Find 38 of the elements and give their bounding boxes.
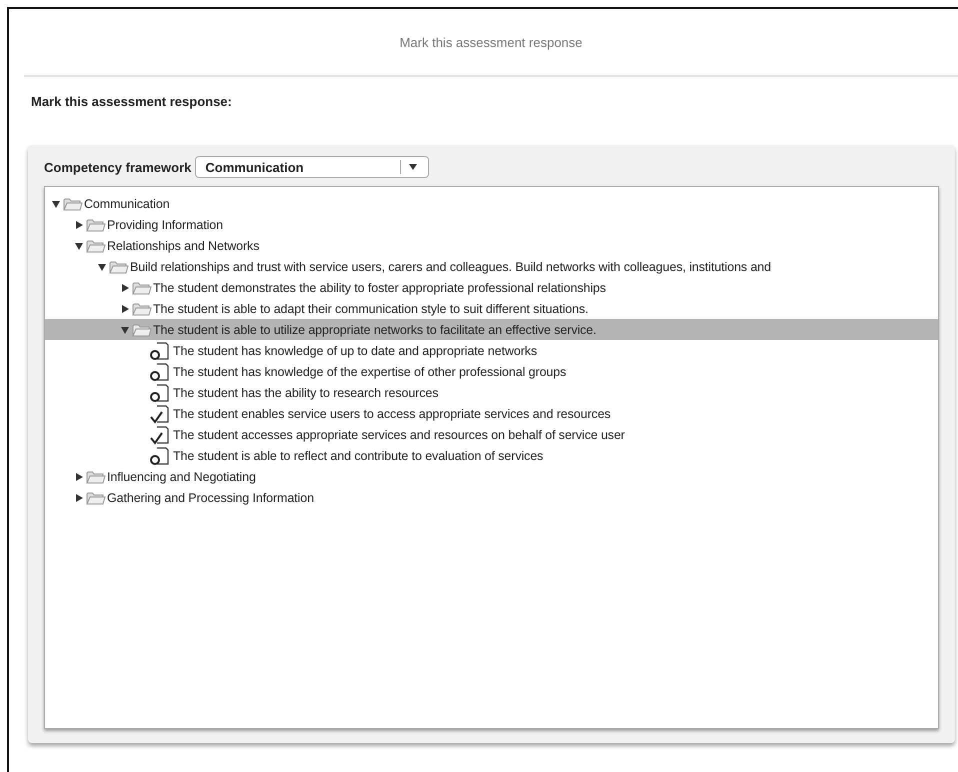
tree-item[interactable]: Communication — [45, 193, 938, 214]
framework-dropdown[interactable]: Communication — [195, 156, 430, 178]
folder-icon — [132, 302, 152, 316]
collapse-arrow-icon[interactable] — [97, 262, 107, 272]
tree-item[interactable]: The student demonstrates the ability to foster appropriate professional relationships — [45, 277, 938, 298]
tree-item[interactable]: The student has the ability to research resources — [45, 382, 938, 403]
tree-item[interactable]: Providing Information — [45, 214, 938, 235]
tree-item[interactable]: The student is able to reflect and contribute to evaluation of services — [45, 445, 938, 466]
tree-item[interactable]: The student has knowledge of the expertise of other professional groups — [45, 361, 938, 382]
tree-item[interactable]: The student enables service users to access appropriate services and resources — [45, 403, 938, 424]
tree-item[interactable]: The student accesses appropriate services and resources on behalf of service user — [45, 424, 938, 445]
page-heading: Mark this assessment response: — [31, 94, 233, 109]
expand-arrow-icon[interactable] — [120, 282, 130, 292]
folder-icon — [132, 280, 152, 294]
tree-item[interactable]: The student is able to utilize appropriate networks to facilitate an effective service. — [45, 319, 938, 340]
folder-icon — [132, 322, 152, 336]
window-title: Mark this assessment response — [400, 34, 582, 50]
framework-label: Competency framework — [44, 160, 192, 174]
collapse-arrow-icon[interactable] — [74, 240, 84, 250]
expand-arrow-icon[interactable] — [74, 220, 84, 230]
tree-item[interactable]: Build relationships and trust with service users, carers and colleagues. Build networks with colleagues, institutions and — [45, 256, 938, 277]
collapse-arrow-icon[interactable] — [120, 324, 130, 334]
folder-icon — [86, 238, 106, 252]
tree-item[interactable]: Influencing and Negotiating — [45, 466, 938, 487]
expand-arrow-icon[interactable] — [74, 492, 84, 502]
expand-arrow-icon[interactable] — [74, 472, 84, 482]
dropdown-arrow-icon — [409, 164, 418, 170]
tree-item[interactable]: The student is able to adapt their communication style to suit different situations. — [45, 298, 938, 319]
collapse-arrow-icon[interactable] — [51, 198, 61, 208]
expand-arrow-icon[interactable] — [120, 304, 130, 314]
folder-icon — [86, 218, 106, 232]
tree-item[interactable]: Gathering and Processing Information — [45, 487, 938, 508]
folder-icon — [86, 470, 106, 484]
folder-icon — [86, 490, 106, 504]
folder-icon — [109, 260, 129, 274]
folder-icon — [63, 196, 83, 210]
tree-item[interactable]: Relationships and Networks — [45, 235, 938, 256]
tree-item[interactable]: The student has knowledge of up to date and appropriate networks — [45, 340, 938, 361]
